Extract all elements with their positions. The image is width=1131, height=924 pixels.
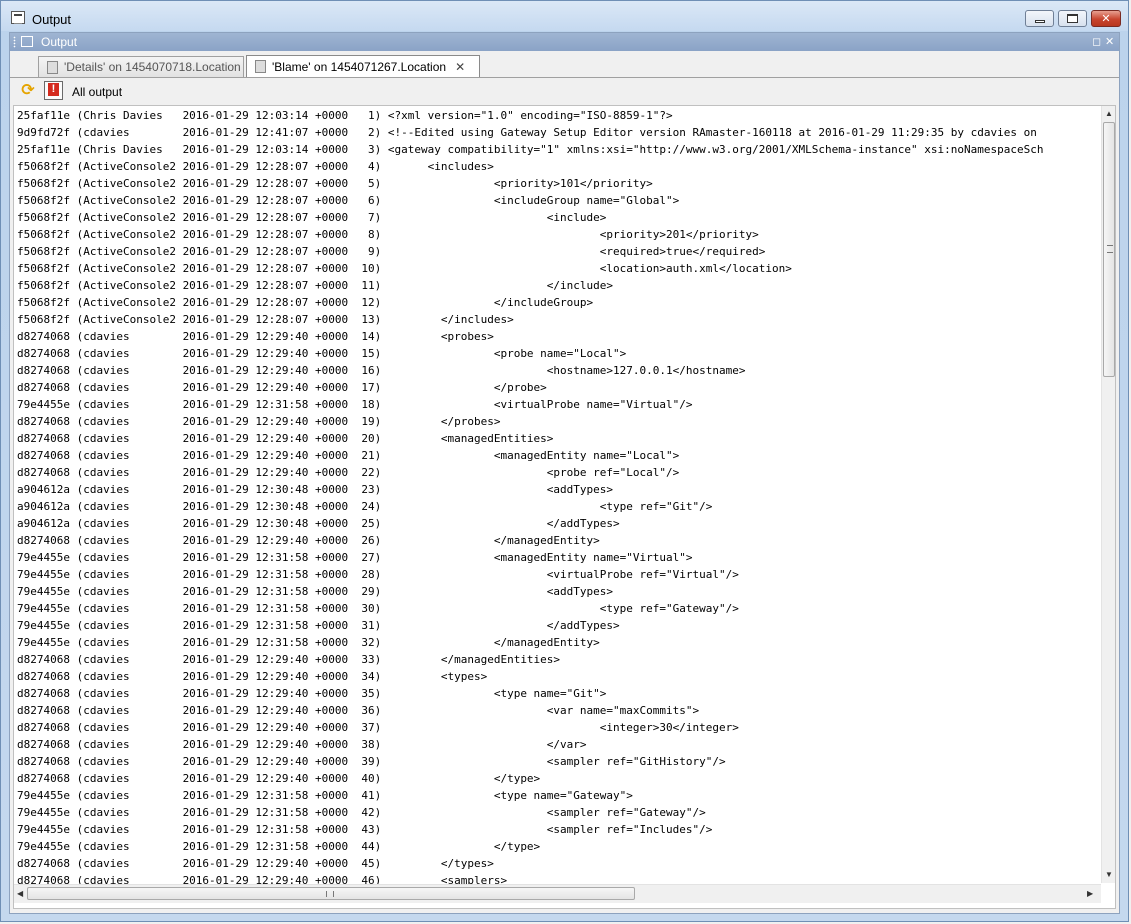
vertical-scrollbar[interactable]: ▲ ▼ [1101, 106, 1115, 883]
drag-grip-icon[interactable] [13, 36, 16, 48]
thumb-grip-icon [326, 891, 334, 897]
close-button[interactable]: ✕ [1091, 10, 1121, 27]
blame-line: d8274068 (cdavies 2016-01-29 12:29:40 +0… [17, 534, 600, 547]
blame-line: 79e4455e (cdavies 2016-01-29 12:31:58 +0… [17, 806, 706, 819]
minimize-icon [1034, 20, 1045, 23]
blame-line: a904612a (cdavies 2016-01-29 12:30:48 +0… [17, 517, 620, 530]
tab-label: 'Details' on 1454070718.Location [64, 60, 241, 74]
blame-output-view[interactable]: 25faf11e (Chris Davies 2016-01-29 12:03:… [13, 105, 1116, 909]
title-bar[interactable]: Output ✕ [1, 1, 1128, 31]
scroll-down-icon[interactable]: ▼ [1105, 870, 1113, 880]
code-lines: 25faf11e (Chris Davies 2016-01-29 12:03:… [17, 107, 1100, 884]
blame-line: d8274068 (cdavies 2016-01-29 12:29:40 +0… [17, 415, 501, 428]
blame-line: 79e4455e (cdavies 2016-01-29 12:31:58 +0… [17, 636, 600, 649]
vertical-scroll-thumb[interactable] [1103, 122, 1115, 377]
blame-line: 79e4455e (cdavies 2016-01-29 12:31:58 +0… [17, 585, 614, 598]
blame-line: f5068f2f (ActiveConsole2 2016-01-29 12:2… [17, 279, 614, 292]
tab-bar: 'Details' on 1454070718.Location ✕ 'Blam… [10, 51, 1119, 78]
blame-line: 79e4455e (cdavies 2016-01-29 12:31:58 +0… [17, 840, 541, 853]
blame-line: d8274068 (cdavies 2016-01-29 12:29:40 +0… [17, 755, 726, 768]
close-icon: ✕ [1101, 13, 1111, 25]
blame-line: d8274068 (cdavies 2016-01-29 12:29:40 +0… [17, 738, 587, 751]
blame-line: 9d9fd72f (cdavies 2016-01-29 12:41:07 +0… [17, 126, 1037, 139]
blame-line: d8274068 (cdavies 2016-01-29 12:29:40 +0… [17, 653, 561, 666]
blame-line: 79e4455e (cdavies 2016-01-29 12:31:58 +0… [17, 789, 633, 802]
blame-line: d8274068 (cdavies 2016-01-29 12:29:40 +0… [17, 874, 508, 884]
blame-line: f5068f2f (ActiveConsole2 2016-01-29 12:2… [17, 245, 766, 258]
tab-label: 'Blame' on 1454071267.Location [272, 59, 447, 74]
scroll-right-icon[interactable]: ▶ [1087, 889, 1093, 899]
window-title: Output [32, 12, 72, 27]
blame-line: a904612a (cdavies 2016-01-29 12:30:48 +0… [17, 483, 614, 496]
blame-line: f5068f2f (ActiveConsole2 2016-01-29 12:2… [17, 313, 514, 326]
blame-line: d8274068 (cdavies 2016-01-29 12:29:40 +0… [17, 347, 627, 360]
blame-line: f5068f2f (ActiveConsole2 2016-01-29 12:2… [17, 211, 607, 224]
document-icon [255, 60, 266, 73]
blame-line: 79e4455e (cdavies 2016-01-29 12:31:58 +0… [17, 619, 620, 632]
blame-line: f5068f2f (ActiveConsole2 2016-01-29 12:2… [17, 262, 792, 275]
stop-icon[interactable] [44, 81, 63, 100]
blame-line: f5068f2f (ActiveConsole2 2016-01-29 12:2… [17, 177, 653, 190]
blame-line: 79e4455e (cdavies 2016-01-29 12:31:58 +0… [17, 823, 713, 836]
blame-line: f5068f2f (ActiveConsole2 2016-01-29 12:2… [17, 296, 594, 309]
maximize-button[interactable] [1058, 10, 1087, 27]
thumb-grip-icon [1107, 245, 1113, 253]
minimize-button[interactable] [1025, 10, 1054, 27]
blame-line: 79e4455e (cdavies 2016-01-29 12:31:58 +0… [17, 602, 739, 615]
blame-line: d8274068 (cdavies 2016-01-29 12:29:40 +0… [17, 449, 680, 462]
output-window-icon [11, 11, 25, 24]
blame-line: d8274068 (cdavies 2016-01-29 12:29:40 +0… [17, 330, 494, 343]
blame-line: d8274068 (cdavies 2016-01-29 12:29:40 +0… [17, 670, 488, 683]
tab-close-icon[interactable]: ✕ [455, 60, 465, 74]
blame-line: 25faf11e (Chris Davies 2016-01-29 12:03:… [17, 143, 1044, 156]
horizontal-scroll-thumb[interactable] [27, 887, 635, 900]
blame-line: d8274068 (cdavies 2016-01-29 12:29:40 +0… [17, 466, 680, 479]
blame-line: d8274068 (cdavies 2016-01-29 12:29:40 +0… [17, 857, 494, 870]
panel-output-icon [21, 36, 33, 47]
blame-line: 79e4455e (cdavies 2016-01-29 12:31:58 +0… [17, 551, 693, 564]
tab-blame[interactable]: 'Blame' on 1454071267.Location ✕ [246, 55, 480, 77]
close-panel-icon[interactable]: ✕ [1105, 35, 1114, 48]
blame-line: d8274068 (cdavies 2016-01-29 12:29:40 +0… [17, 772, 541, 785]
blame-line: 79e4455e (cdavies 2016-01-29 12:31:58 +0… [17, 398, 693, 411]
refresh-icon[interactable]: ⟳ [20, 83, 36, 99]
scroll-left-icon[interactable]: ◀ [17, 889, 23, 899]
blame-line: d8274068 (cdavies 2016-01-29 12:29:40 +0… [17, 364, 746, 377]
blame-line: a904612a (cdavies 2016-01-29 12:30:48 +0… [17, 500, 713, 513]
blame-line: d8274068 (cdavies 2016-01-29 12:29:40 +0… [17, 432, 554, 445]
scroll-up-icon[interactable]: ▲ [1105, 109, 1113, 119]
panel-title: Output [41, 35, 78, 49]
blame-line: f5068f2f (ActiveConsole2 2016-01-29 12:2… [17, 160, 494, 173]
blame-line: 79e4455e (cdavies 2016-01-29 12:31:58 +0… [17, 568, 739, 581]
blame-line: 25faf11e (Chris Davies 2016-01-29 12:03:… [17, 109, 673, 122]
horizontal-scrollbar[interactable]: ◀ ▶ [14, 884, 1101, 903]
blame-line: d8274068 (cdavies 2016-01-29 12:29:40 +0… [17, 721, 739, 734]
output-panel: Output ◻ ✕ 'Details' on 1454070718.Locat… [9, 32, 1120, 914]
blame-line: d8274068 (cdavies 2016-01-29 12:29:40 +0… [17, 704, 700, 717]
restore-panel-icon[interactable]: ◻ [1092, 35, 1101, 48]
tab-details[interactable]: 'Details' on 1454070718.Location ✕ [38, 56, 260, 77]
blame-line: f5068f2f (ActiveConsole2 2016-01-29 12:2… [17, 194, 680, 207]
all-output-label: All output [72, 85, 123, 99]
maximize-icon [1067, 14, 1078, 23]
blame-line: f5068f2f (ActiveConsole2 2016-01-29 12:2… [17, 228, 759, 241]
blame-line: d8274068 (cdavies 2016-01-29 12:29:40 +0… [17, 381, 547, 394]
output-window: Output ✕ Output ◻ ✕ 'Details' on 1454070… [0, 0, 1129, 922]
panel-header[interactable]: Output ◻ ✕ [10, 33, 1119, 51]
document-icon [47, 60, 58, 74]
toolbar: ⟳ All output [10, 78, 1119, 105]
blame-line: d8274068 (cdavies 2016-01-29 12:29:40 +0… [17, 687, 607, 700]
